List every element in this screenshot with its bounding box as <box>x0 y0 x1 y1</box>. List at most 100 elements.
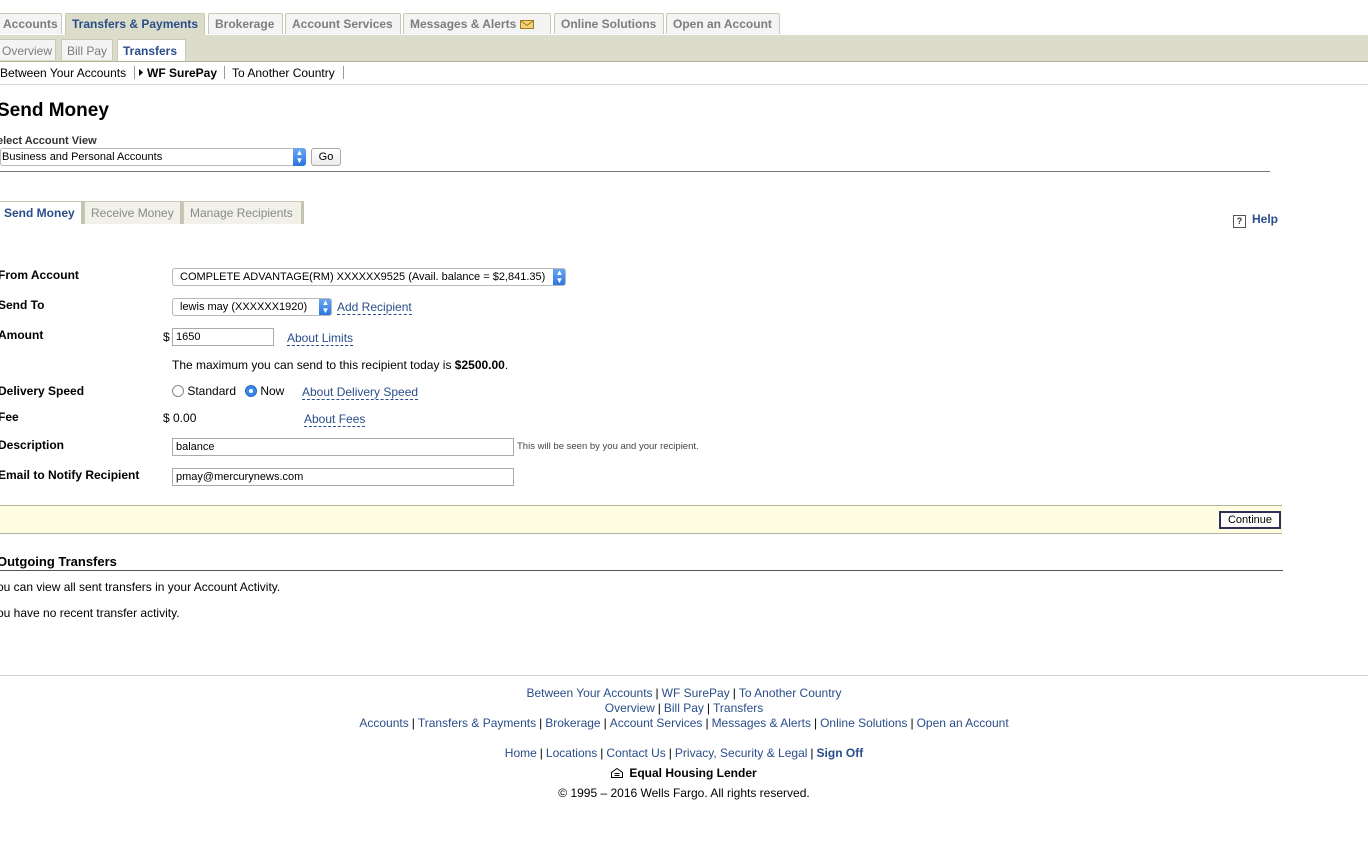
tab-label: Accounts <box>3 17 58 31</box>
select-arrows-icon: ▲ ▼ <box>293 148 306 166</box>
subtab-overview[interactable]: Overview <box>0 39 56 60</box>
footer-sep: | <box>539 746 543 760</box>
add-recipient-link[interactable]: Add Recipient <box>337 300 412 315</box>
footer-sep: | <box>910 716 914 730</box>
sign-off-link[interactable]: Sign Off <box>817 746 864 760</box>
tab-manage-recipients[interactable]: Manage Recipients <box>183 201 304 224</box>
action-bar: Continue <box>0 505 1282 534</box>
footer-sep: | <box>705 716 709 730</box>
section-divider <box>0 171 1270 172</box>
radio-standard[interactable] <box>172 385 184 397</box>
subtab-label: Overview <box>2 44 53 58</box>
footer-sep: | <box>657 701 661 715</box>
equal-housing-text: Equal Housing Lender <box>629 766 757 780</box>
footer-sub-links: Overview | Bill Pay | Transfers <box>0 701 1368 715</box>
go-button[interactable]: Go <box>311 148 341 166</box>
send-to-label: Send To <box>0 298 45 312</box>
footer-divider <box>0 675 1368 676</box>
from-account-value: COMPLETE ADVANTAGE(RM) XXXXXX9525 (Avail… <box>180 271 546 283</box>
sub-nav-bar: Overview Bill Pay Transfers <box>0 35 1368 62</box>
delivery-now-option[interactable]: Now <box>245 384 284 398</box>
outgoing-transfers-title: Outgoing Transfers <box>0 554 117 569</box>
footer-link[interactable]: Brokerage <box>545 716 600 730</box>
footer-contact-link[interactable]: Contact Us <box>606 746 665 760</box>
nav-separator <box>134 66 135 79</box>
send-to-select[interactable]: lewis may (XXXXXX1920) ▲ ▼ <box>172 298 332 316</box>
radio-now[interactable] <box>245 385 257 397</box>
about-fees-link[interactable]: About Fees <box>304 412 366 427</box>
tab-transfers-payments[interactable]: Transfers & Payments <box>65 13 205 35</box>
account-view-label: elect Account View <box>0 135 97 147</box>
footer-link[interactable]: Open an Account <box>917 716 1009 730</box>
footer-privacy-link[interactable]: Privacy, Security & Legal <box>675 746 808 760</box>
footer-link[interactable]: Account Services <box>610 716 703 730</box>
description-label: Description <box>0 438 65 452</box>
account-activity-note: ou can view all sent transfers in your A… <box>0 580 281 594</box>
now-label: Now <box>260 384 285 398</box>
max-amount-note: The maximum you can send to this recipie… <box>172 358 508 372</box>
caret-right-icon <box>139 69 143 76</box>
delivery-standard-option[interactable]: Standard <box>172 384 236 398</box>
tab-online-solutions[interactable]: Online Solutions <box>554 13 664 34</box>
currency-symbol: $ <box>163 330 170 344</box>
footer-link[interactable]: Messages & Alerts <box>712 716 811 730</box>
fee-value: $ 0.00 <box>163 411 197 425</box>
help-label: Help <box>1252 212 1279 226</box>
about-limits-link[interactable]: About Limits <box>287 331 354 346</box>
footer-link[interactable]: Transfers <box>713 701 763 715</box>
tab-label: Messages & Alerts <box>410 17 517 31</box>
about-delivery-speed-link[interactable]: About Delivery Speed <box>302 385 419 400</box>
email-input[interactable]: pmay@mercurynews.com <box>172 468 514 486</box>
main-nav-tabs: Accounts Transfers & Payments Brokerage … <box>0 13 1368 35</box>
nav-divider <box>0 84 1368 85</box>
tab-open-account[interactable]: Open an Account <box>666 13 780 34</box>
amount-input[interactable]: 1650 <box>172 328 274 346</box>
footer-sep: | <box>539 716 543 730</box>
nav-between-accounts[interactable]: Between Your Accounts <box>0 66 126 80</box>
tab-account-services[interactable]: Account Services <box>285 13 401 34</box>
footer-sep: | <box>706 701 711 715</box>
tab-label: Account Services <box>292 17 393 31</box>
nav-another-country[interactable]: To Another Country <box>232 66 335 80</box>
footer-home-link[interactable]: Home <box>505 746 537 760</box>
footer-link[interactable]: WF SurePay <box>662 686 730 700</box>
tab-messages-alerts[interactable]: Messages & Alerts <box>403 13 551 34</box>
footer-locations-link[interactable]: Locations <box>546 746 597 760</box>
footer-link[interactable]: To Another Country <box>739 686 842 700</box>
copyright: © 1995 – 2016 Wells Fargo. All rights re… <box>558 786 810 800</box>
no-activity-note: ou have no recent transfer activity. <box>0 606 180 620</box>
footer-sep: | <box>732 686 736 700</box>
equal-housing-row: Equal Housing Lender <box>0 766 1368 780</box>
money-tabs: Send Money Receive Money Manage Recipien… <box>0 201 1290 225</box>
nav-wf-surepay[interactable]: WF SurePay <box>147 66 217 80</box>
footer-link[interactable]: Between Your Accounts <box>526 686 652 700</box>
subtab-transfers[interactable]: Transfers <box>117 39 186 61</box>
tab-accounts[interactable]: Accounts <box>0 13 62 34</box>
tab-brokerage[interactable]: Brokerage <box>208 13 283 34</box>
help-icon: ? <box>1233 215 1246 228</box>
footer-link[interactable]: Bill Pay <box>664 701 704 715</box>
envelope-icon <box>520 20 535 29</box>
footer-link[interactable]: Transfers & Payments <box>418 716 536 730</box>
footer-link[interactable]: Accounts <box>359 716 408 730</box>
outgoing-divider <box>0 570 1283 571</box>
from-account-select[interactable]: COMPLETE ADVANTAGE(RM) XXXXXX9525 (Avail… <box>172 268 566 286</box>
footer-link[interactable]: Online Solutions <box>820 716 907 730</box>
tab-label: Online Solutions <box>561 17 657 31</box>
from-account-label: From Account <box>0 268 79 282</box>
footer-main-links: Accounts | Transfers & Payments | Brokerage |… <box>0 716 1368 730</box>
account-view-select[interactable]: Business and Personal Accounts ▲ ▼ <box>0 148 306 166</box>
select-arrows-icon: ▲ ▼ <box>319 299 331 315</box>
tab-send-money[interactable]: Send Money <box>0 201 84 224</box>
tab-label: Send Money <box>4 206 75 220</box>
subtab-bill-pay[interactable]: Bill Pay <box>61 39 113 60</box>
tab-label: Transfers & Payments <box>72 17 199 31</box>
subtab-label: Bill Pay <box>67 44 108 58</box>
standard-label: Standard <box>187 384 237 398</box>
footer-sep: | <box>668 746 672 760</box>
description-input[interactable]: balance <box>172 438 514 456</box>
help-link[interactable]: ? Help <box>1233 212 1278 228</box>
footer-link[interactable]: Overview <box>605 701 655 715</box>
continue-button[interactable]: Continue <box>1219 511 1281 529</box>
tab-receive-money[interactable]: Receive Money <box>84 201 183 224</box>
